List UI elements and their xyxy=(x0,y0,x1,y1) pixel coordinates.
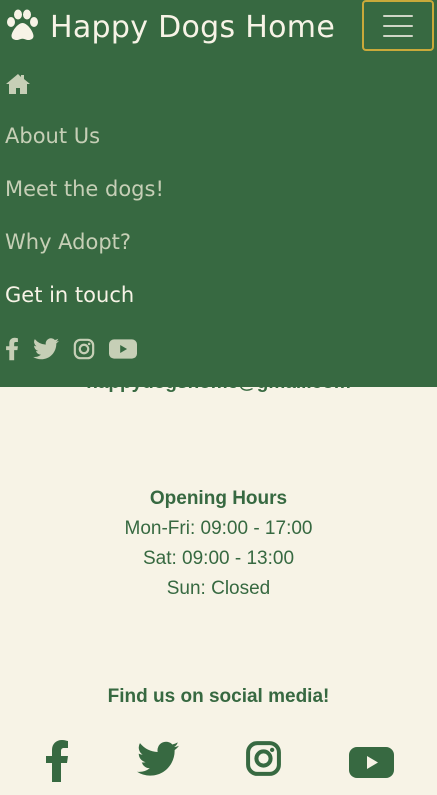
paw-icon xyxy=(5,8,39,47)
nav-link-why-adopt[interactable]: Why Adopt? xyxy=(5,230,131,254)
hours-line-saturday: Sat: 09:00 - 13:00 xyxy=(142,548,295,569)
nav-facebook-icon[interactable] xyxy=(5,337,19,366)
nav-link-get-in-touch[interactable]: Get in touch xyxy=(5,283,134,307)
hours-line-weekdays: Mon-Fri: 09:00 - 17:00 xyxy=(124,518,313,539)
hamburger-icon xyxy=(383,14,413,17)
footer-youtube-icon[interactable] xyxy=(349,747,394,783)
home-icon xyxy=(6,74,30,94)
footer-facebook-icon[interactable] xyxy=(44,740,70,787)
brand-link[interactable]: Happy Dogs Home xyxy=(5,8,335,47)
nav-home-link[interactable] xyxy=(5,73,31,95)
brand-name: Happy Dogs Home xyxy=(50,10,336,45)
navbar-toggler-button[interactable] xyxy=(362,0,434,51)
nav-youtube-icon[interactable] xyxy=(109,339,137,364)
footer-instagram-icon[interactable] xyxy=(245,740,282,782)
nav-link-about[interactable]: About Us xyxy=(5,124,100,148)
opening-hours: Opening Hours Mon-Fri: 09:00 - 17:00 Sat… xyxy=(0,484,437,604)
nav-link-meet-dogs[interactable]: Meet the dogs! xyxy=(5,177,164,201)
nav-social-icons xyxy=(5,337,137,366)
footer-social-icons xyxy=(0,740,437,790)
opening-hours-heading: Opening Hours xyxy=(149,488,288,509)
social-heading: Find us on social media! xyxy=(107,686,330,707)
nav-twitter-icon[interactable] xyxy=(33,338,59,365)
nav-instagram-icon[interactable] xyxy=(73,338,95,365)
hours-line-sunday: Sun: Closed xyxy=(166,578,271,599)
footer-twitter-icon[interactable] xyxy=(137,740,179,783)
navbar: Happy Dogs Home About Us Meet the dogs! … xyxy=(0,0,437,387)
